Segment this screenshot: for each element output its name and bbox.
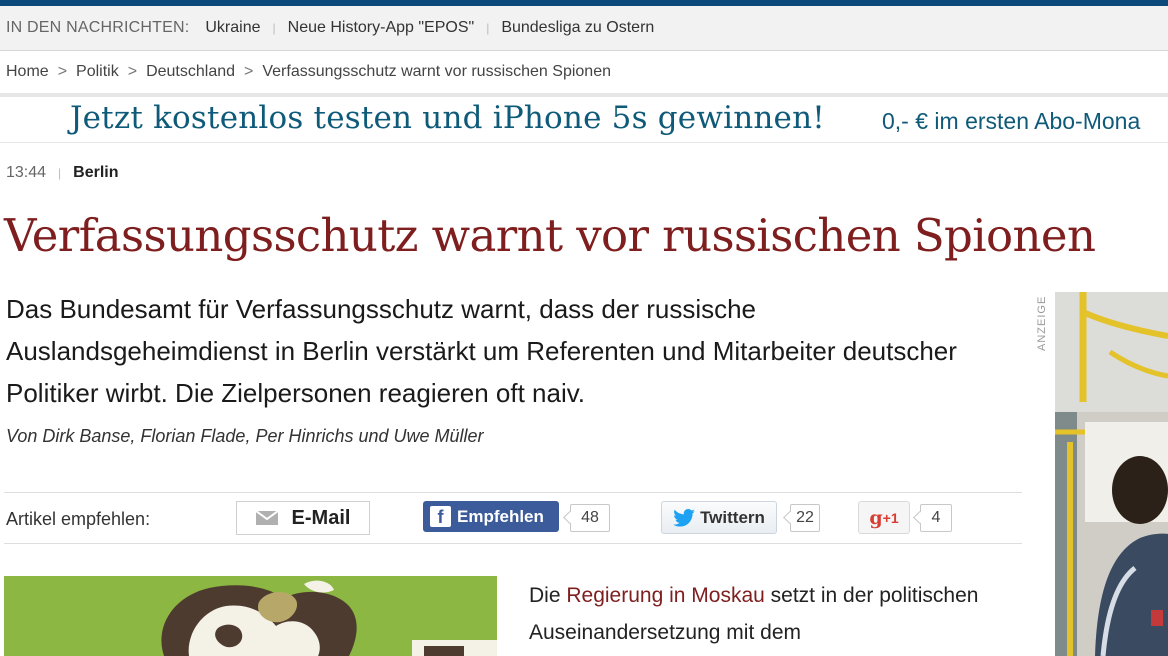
side-ad-image[interactable] (1055, 292, 1168, 656)
mail-icon (255, 511, 278, 525)
breadcrumb-chevron-icon: > (57, 63, 68, 80)
breadcrumb: Home > Politik > Deutschland > Verfassun… (0, 51, 1168, 97)
article-body-text-start: Die (529, 584, 567, 607)
banner-ad-headline[interactable]: Jetzt kostenlos testen und iPhone 5s gew… (70, 100, 825, 136)
news-bar-label: IN DEN NACHRICHTEN: (6, 19, 190, 36)
meta-separator: | (58, 166, 62, 180)
facebook-recommend-button[interactable]: f Empfehlen (423, 501, 559, 532)
google-plus-button[interactable]: g +1 (858, 501, 910, 534)
banner-ad[interactable]: Jetzt kostenlos testen und iPhone 5s gew… (0, 98, 1168, 143)
news-separator: | (272, 21, 276, 35)
email-share-button[interactable]: E-Mail (236, 501, 370, 535)
twitter-count: 22 (790, 504, 820, 532)
article-body: Die Regierung in Moskau setzt in der pol… (529, 577, 999, 651)
facebook-count: 48 (570, 504, 610, 532)
banner-ad-subline[interactable]: 0,- € im ersten Abo-Mona (882, 108, 1140, 135)
facebook-icon: f (430, 506, 451, 527)
article-image[interactable] (4, 576, 497, 656)
breadcrumb-deutschland[interactable]: Deutschland (146, 63, 235, 81)
twitter-share-label: Twittern (700, 507, 765, 527)
breadcrumb-chevron-icon: > (244, 63, 254, 80)
news-separator: | (486, 21, 490, 35)
breadcrumb-home[interactable]: Home (6, 63, 49, 81)
news-link-history-app[interactable]: Neue History-App "EPOS" (288, 19, 475, 37)
google-plus-icon: g (869, 506, 883, 529)
breadcrumb-current[interactable]: Verfassungsschutz warnt vor russischen S… (262, 63, 611, 81)
share-label: Artikel empfehlen: (6, 509, 151, 529)
article-lead: Das Bundesamt für Verfassungsschutz warn… (6, 294, 957, 408)
ad-label: ANZEIGE (1036, 295, 1048, 351)
twitter-bird-icon (673, 508, 695, 527)
article-image-illustration (4, 576, 497, 656)
breadcrumb-chevron-icon: > (127, 63, 138, 80)
article-location: Berlin (73, 164, 119, 181)
news-bar: IN DEN NACHRICHTEN: Ukraine | Neue Histo… (0, 6, 1168, 51)
twitter-count-value: 22 (796, 509, 814, 526)
side-ad-photo (1055, 292, 1168, 656)
google-plus-label: +1 (882, 509, 899, 526)
twitter-share-button[interactable]: Twittern (661, 501, 777, 534)
article-authors: Von Dirk Banse, Florian Flade, Per Hinri… (6, 426, 484, 446)
facebook-count-value: 48 (581, 509, 599, 526)
google-plus-count-value: 4 (931, 509, 941, 526)
article-time: 13:44 (6, 164, 47, 181)
news-link-ukraine[interactable]: Ukraine (205, 19, 260, 37)
breadcrumb-politik[interactable]: Politik (76, 63, 119, 81)
article-meta: 13:44 | Berlin (6, 164, 119, 182)
share-bar: Artikel empfehlen: E-Mail f Empfehlen 48… (4, 492, 1022, 544)
google-plus-count: 4 (920, 504, 952, 532)
facebook-recommend-label: Empfehlen (457, 506, 544, 526)
email-share-label: E-Mail (291, 506, 351, 529)
article-title: Verfassungsschutz warnt vor russischen S… (4, 209, 1096, 262)
news-link-bundesliga[interactable]: Bundesliga zu Ostern (501, 19, 654, 37)
link-regierung-moskau[interactable]: Regierung in Moskau (566, 584, 764, 607)
